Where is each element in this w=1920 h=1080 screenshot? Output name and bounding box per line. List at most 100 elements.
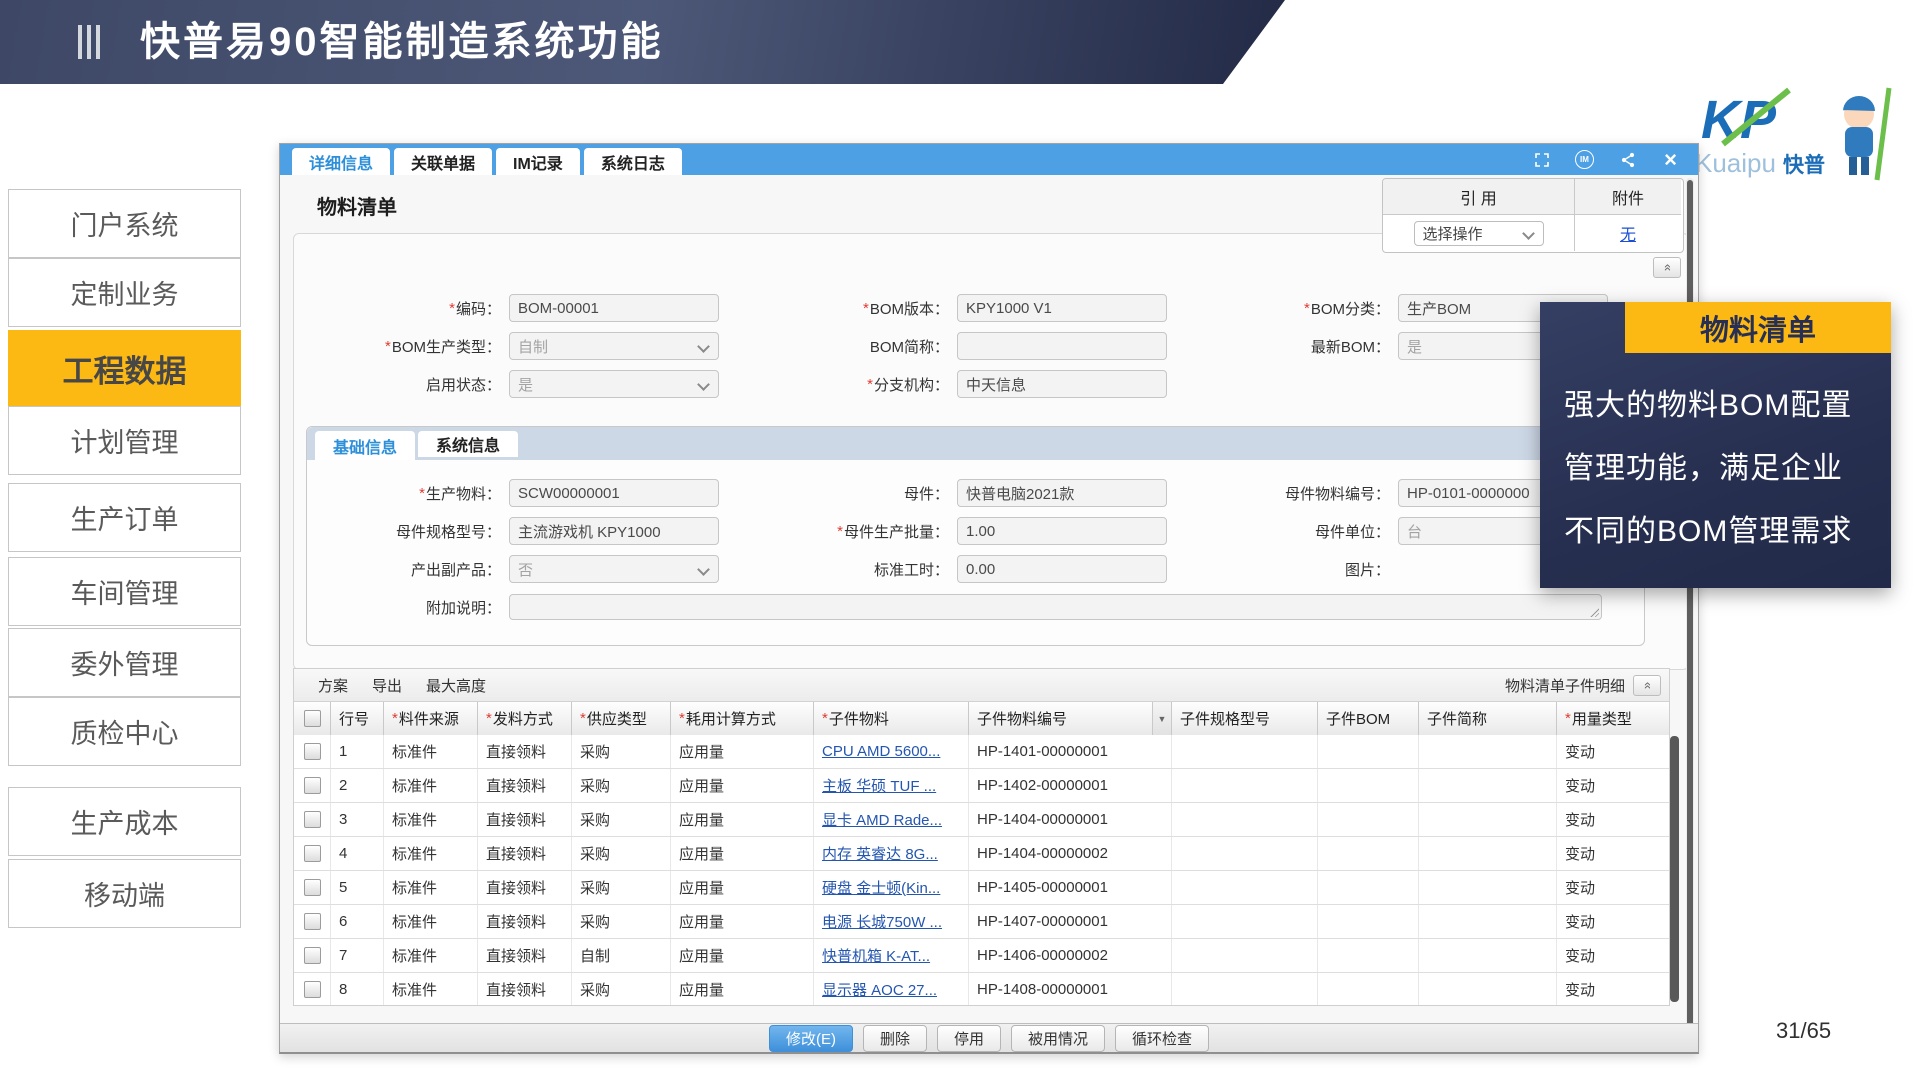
column-filter-icon[interactable]: ▼: [1152, 702, 1171, 735]
field-parent: 母件： 快普电脑2021款: [739, 479, 1167, 507]
field-branch-input[interactable]: 中天信息: [957, 370, 1167, 398]
field-byproduct-select[interactable]: 否: [509, 555, 719, 583]
close-icon[interactable]: ×: [1661, 150, 1680, 169]
child-material-link[interactable]: CPU AMD 5600...: [822, 743, 940, 760]
subtab-1[interactable]: 基础信息: [315, 431, 415, 460]
share-icon[interactable]: [1618, 150, 1637, 169]
action-select[interactable]: 选择操作: [1414, 221, 1544, 246]
cell-calc: 应用量: [671, 769, 814, 802]
grid-col-发料方式: *发料方式: [478, 702, 572, 735]
field-category-label: *BOM分类：: [1180, 298, 1390, 319]
field-short-name: BOM简称：: [739, 332, 1167, 360]
cell-issue: 直接领料: [478, 769, 572, 802]
sidebar-item-3[interactable]: 工程数据: [8, 330, 241, 406]
field-version-input[interactable]: KPY1000 V1: [957, 294, 1167, 322]
callout-title: 物料清单: [1625, 302, 1891, 353]
footer-button-3[interactable]: 停用: [937, 1025, 1001, 1052]
im-icon[interactable]: IM: [1575, 150, 1594, 169]
field-hours-input[interactable]: 0.00: [957, 555, 1167, 583]
footer-button-4[interactable]: 被用情况: [1011, 1025, 1105, 1052]
row-checkbox[interactable]: [304, 777, 321, 794]
field-material-input[interactable]: SCW00000001: [509, 479, 719, 507]
field-enabled-select[interactable]: 是: [509, 370, 719, 398]
sidebar-item-2[interactable]: 定制业务: [8, 258, 241, 327]
fullscreen-icon[interactable]: [1532, 150, 1551, 169]
row-checkbox[interactable]: [304, 811, 321, 828]
cell-bom: [1318, 973, 1419, 1006]
row-checkbox[interactable]: [304, 845, 321, 862]
field-prod-type: *BOM生产类型： 自制: [291, 332, 719, 360]
child-material-link[interactable]: 快普机箱 K-AT...: [822, 945, 930, 966]
grid-right-label: 物料清单子件明细: [1505, 675, 1625, 696]
collapse-form-button[interactable]: »: [1653, 257, 1681, 278]
row-checkbox[interactable]: [304, 981, 321, 998]
row-checkbox[interactable]: [304, 879, 321, 896]
grid-toolbar-button-1[interactable]: 方案: [318, 675, 348, 696]
grid-toolbar-left: 方案 导出 最大高度: [294, 675, 486, 696]
row-checkbox[interactable]: [304, 947, 321, 964]
sidebar-item-10[interactable]: 移动端: [8, 859, 241, 928]
window-tab-4[interactable]: 系统日志: [584, 148, 682, 175]
child-material-link[interactable]: 显示器 AOC 27...: [822, 979, 937, 1000]
sidebar-item-9[interactable]: 生产成本: [8, 787, 241, 856]
mascot-icon: [1843, 88, 1889, 180]
window-tab-2[interactable]: 关联单据: [394, 148, 492, 175]
cell-calc: 应用量: [671, 871, 814, 904]
cell-no: 3: [331, 803, 384, 836]
table-scrollbar[interactable]: [1670, 736, 1679, 1002]
field-prod-type-select[interactable]: 自制: [509, 332, 719, 360]
cell-spec: [1172, 735, 1318, 768]
cell-calc: 应用量: [671, 803, 814, 836]
child-material-link[interactable]: 内存 英睿达 8G...: [822, 843, 938, 864]
field-parent-input[interactable]: 快普电脑2021款: [957, 479, 1167, 507]
footer-button-5[interactable]: 循环检查: [1115, 1025, 1209, 1052]
field-code-input[interactable]: BOM-00001: [509, 294, 719, 322]
select-all-checkbox[interactable]: [304, 710, 321, 727]
cell-supply: 采购: [572, 871, 671, 904]
field-batch-input[interactable]: 1.00: [957, 517, 1167, 545]
attachment-none-link[interactable]: 无: [1620, 221, 1636, 245]
cell-bom: [1318, 939, 1419, 972]
cell-material: CPU AMD 5600...: [814, 735, 969, 768]
sidebar-item-8[interactable]: 质检中心: [8, 697, 241, 766]
cell-material: 电源 长城750W ...: [814, 905, 969, 938]
row-checkbox[interactable]: [304, 743, 321, 760]
cell-no: 5: [331, 871, 384, 904]
grid-col-行号: 行号: [331, 702, 384, 735]
sidebar-item-7[interactable]: 委外管理: [8, 628, 241, 697]
footer-button-1[interactable]: 修改(E): [769, 1025, 853, 1052]
child-material-link[interactable]: 主板 华硕 TUF ...: [822, 775, 936, 796]
table-row-2: 2标准件直接领料采购应用量主板 华硕 TUF ...HP-1402-000000…: [294, 769, 1669, 803]
cell-short: [1419, 803, 1557, 836]
sidebar-item-5[interactable]: 生产订单: [8, 483, 241, 552]
cell-bom: [1318, 837, 1419, 870]
field-parent-code-label: 母件物料编号：: [1180, 483, 1390, 504]
field-note: 附加说明：: [291, 593, 1602, 621]
child-material-link[interactable]: 硬盘 金士顿(Kin...: [822, 877, 940, 898]
field-prod-type-label: *BOM生产类型：: [291, 336, 501, 357]
grid-toolbar-button-2[interactable]: 导出: [372, 675, 402, 696]
field-short-name-label: BOM简称：: [739, 336, 949, 357]
cell-bom: [1318, 735, 1419, 768]
row-checkbox[interactable]: [304, 913, 321, 930]
cell-calc: 应用量: [671, 905, 814, 938]
sidebar-item-4[interactable]: 计划管理: [8, 406, 241, 475]
window-tab-1[interactable]: 详细信息: [292, 148, 390, 175]
field-spec-input[interactable]: 主流游戏机 KPY1000: [509, 517, 719, 545]
grid-col-子件简称: 子件简称: [1419, 702, 1557, 735]
field-note-textarea[interactable]: [509, 594, 1602, 620]
sidebar-item-6[interactable]: 车间管理: [8, 557, 241, 626]
sidebar-item-1[interactable]: 门户系统: [8, 189, 241, 258]
grid-toolbar-button-3[interactable]: 最大高度: [426, 675, 486, 696]
reference-button[interactable]: 引 用: [1383, 179, 1575, 215]
cell-issue: 直接领料: [478, 837, 572, 870]
grid-header-row: 行号*料件来源*发料方式*供应类型*耗用计算方式*子件物料子件物料编号▼子件规格…: [294, 702, 1669, 736]
table-row-3: 3标准件直接领料采购应用量显卡 AMD Rade...HP-1404-00000…: [294, 803, 1669, 837]
window-tab-3[interactable]: IM记录: [496, 148, 580, 175]
field-short-name-input[interactable]: [957, 332, 1167, 360]
child-material-link[interactable]: 显卡 AMD Rade...: [822, 809, 942, 830]
child-material-link[interactable]: 电源 长城750W ...: [822, 911, 942, 932]
footer-button-2[interactable]: 删除: [863, 1025, 927, 1052]
collapse-grid-button[interactable]: »: [1633, 675, 1661, 696]
subtab-2[interactable]: 系统信息: [418, 431, 518, 457]
